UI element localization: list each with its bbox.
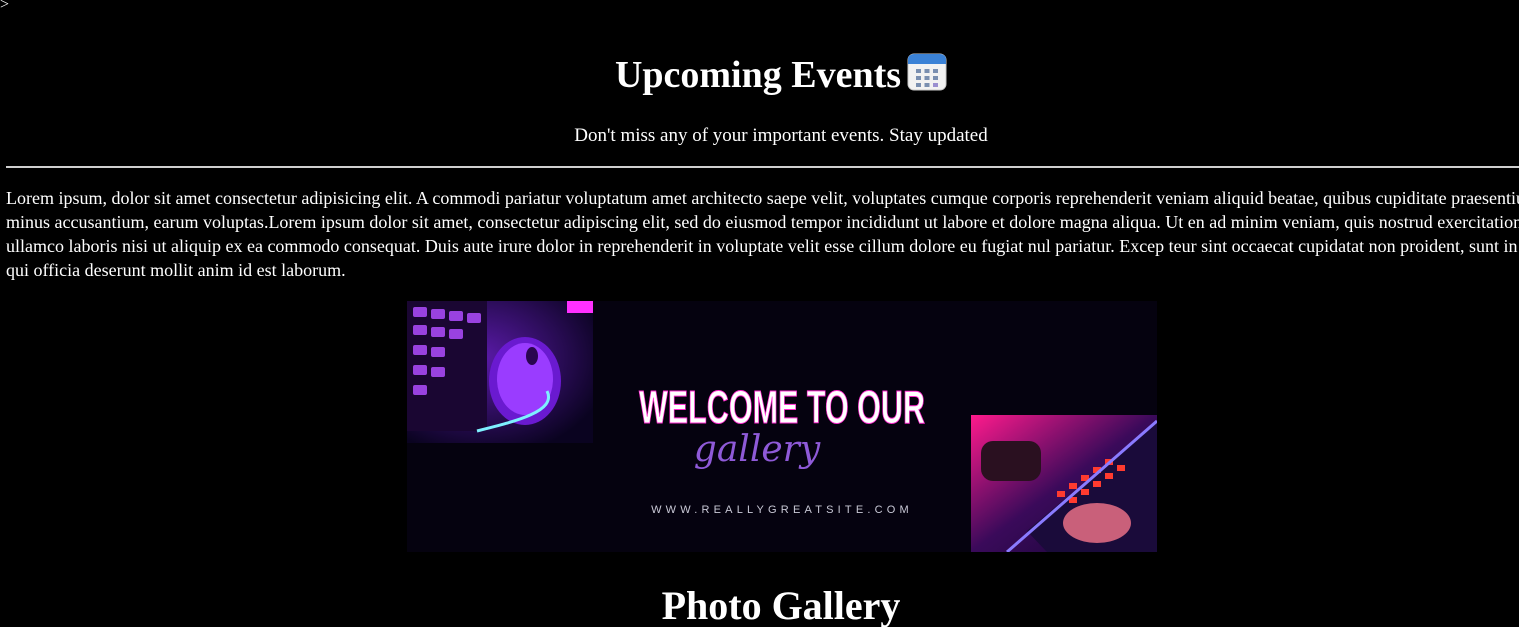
stray-text: > [0, 0, 10, 13]
intro-paragraph: Lorem ipsum, dolor sit amet consectetur … [6, 188, 1519, 280]
calendar-icon [907, 52, 947, 92]
banner-script-word: gallery [694, 429, 821, 470]
banner-website: WWW.REALLYGREATSITE.COM [651, 504, 913, 516]
keyboard-mouse-photo [407, 301, 593, 443]
keyboard-hands-photo [971, 415, 1157, 552]
banner-headline: WELCOME TO OUR [639, 381, 925, 433]
page: > Upcoming Events Don't miss any of your… [0, 0, 1519, 627]
page-title: Upcoming Events [0, 50, 1519, 100]
gallery-title: Photo Gallery [661, 583, 901, 627]
page-subtitle: Don't miss any of your important events.… [574, 125, 988, 146]
page-title-text: Upcoming Events [614, 54, 902, 96]
divider [6, 166, 1519, 168]
gallery-banner-image: WELCOME TO OUR gallery WWW.REALLYGREATSI… [407, 301, 1157, 552]
